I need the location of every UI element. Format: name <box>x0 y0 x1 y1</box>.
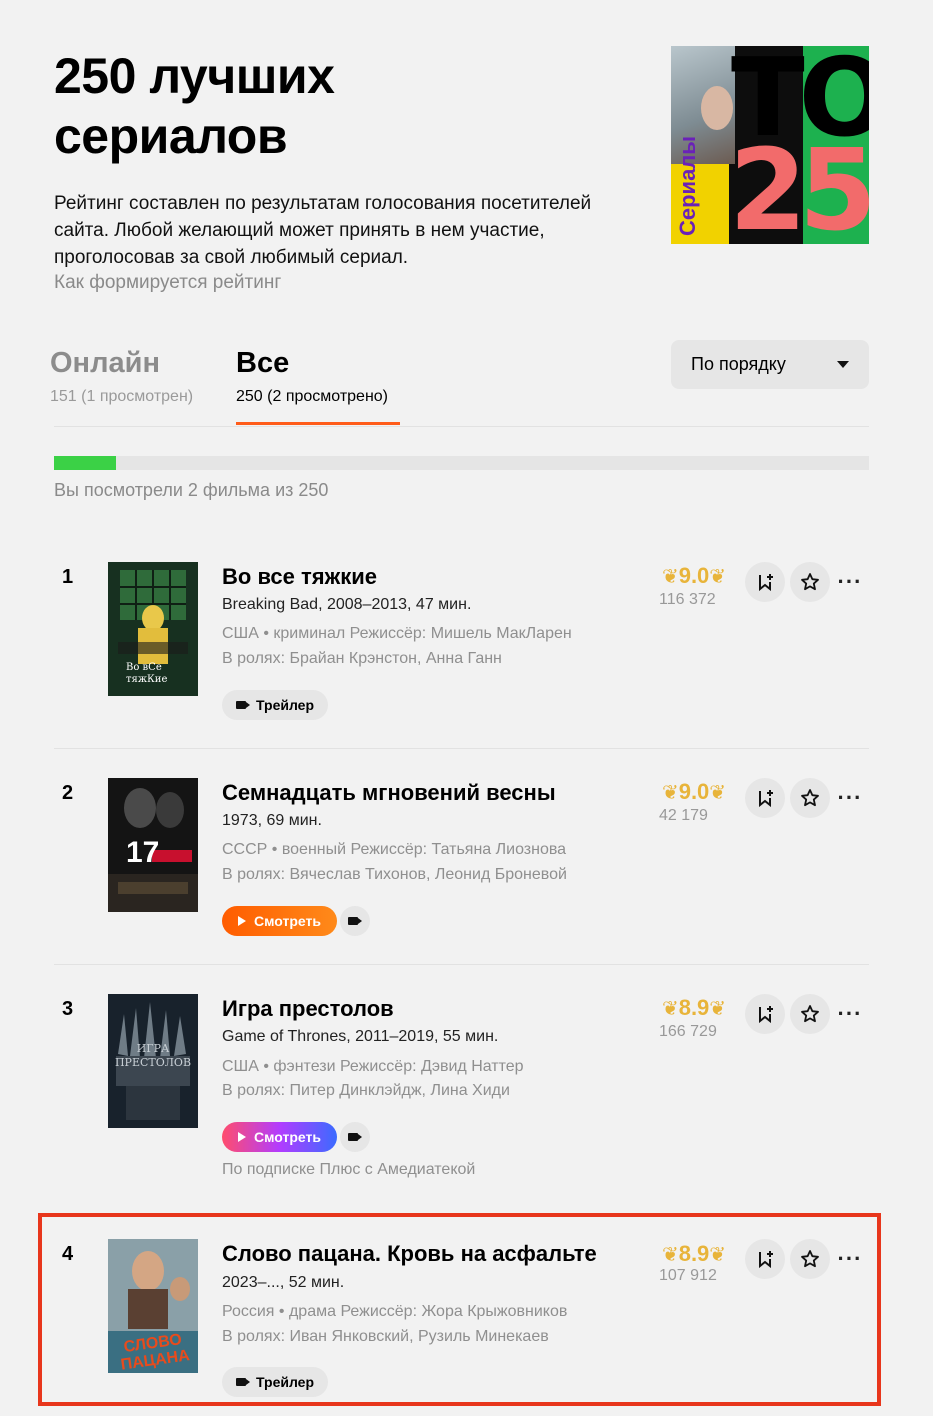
ellipsis-icon: ··· <box>837 569 863 594</box>
laurel-right-icon: ❦ <box>709 998 727 1020</box>
watch-button-label: Смотреть <box>254 913 321 929</box>
item-title[interactable]: Игра престолов <box>222 996 394 1022</box>
tab-online[interactable]: Онлайн 151 (1 просмотрен) <box>50 347 193 406</box>
item-rank: 2 <box>62 782 74 804</box>
star-icon <box>801 573 819 591</box>
tab-all[interactable]: Все 250 (2 просмотрено) <box>236 347 388 406</box>
more-options-button[interactable]: ··· <box>836 778 864 818</box>
ellipsis-icon: ··· <box>837 785 863 810</box>
item-title[interactable]: Семнадцать мгновений весны <box>222 780 556 806</box>
play-icon <box>238 916 246 926</box>
item-rank: 3 <box>62 998 74 1020</box>
item-rating: ❦8.9❦ <box>658 995 730 1021</box>
laurel-left-icon: ❦ <box>661 566 679 588</box>
bookmark-plus-icon <box>759 574 773 591</box>
item-cast: В ролях: Вячеслав Тихонов, Леонид Бронев… <box>222 866 567 883</box>
star-icon <box>801 1005 819 1023</box>
watch-button-label: Смотреть <box>254 1129 321 1145</box>
page-description: Рейтинг составлен по результатам голосов… <box>54 193 592 268</box>
more-options-button[interactable]: ··· <box>836 562 864 602</box>
item-rank: 1 <box>62 566 74 588</box>
trailer-button[interactable]: Трейлер <box>222 690 329 720</box>
poster-game-of-thrones[interactable]: ИГРА ПРЕСТОЛОВ <box>108 994 198 1128</box>
poster-title-text: ИГРА ПРЕСТОЛОВ <box>114 1042 192 1069</box>
item-rating: ❦9.0❦ <box>658 563 730 589</box>
poster-title-text: Во вСе тяжКие <box>126 662 168 685</box>
video-camera-icon <box>236 701 250 709</box>
poster-17-moments[interactable]: 17 <box>108 778 198 912</box>
rate-button[interactable] <box>790 994 830 1034</box>
ellipsis-icon: ··· <box>837 1001 863 1026</box>
item-meta: Game of Thrones, 2011–2019, 55 мин. <box>222 1028 499 1045</box>
item-title[interactable]: Во все тяжкие <box>222 564 377 590</box>
rating-value: 8.9 <box>678 995 710 1020</box>
laurel-left-icon: ❦ <box>661 998 679 1020</box>
laurel-right-icon: ❦ <box>709 782 727 804</box>
add-to-folder-button[interactable] <box>745 778 785 818</box>
tab-all-label: Все <box>236 347 290 379</box>
row-divider <box>54 748 869 749</box>
item-cast: В ролях: Питер Динклэйдж, Лина Хиди <box>222 1082 510 1099</box>
row-divider <box>54 964 869 965</box>
item-cast: В ролях: Брайан Крэнстон, Анна Ганн <box>222 650 502 667</box>
item-votes: 116 372 <box>659 591 716 608</box>
watch-progress-bar <box>54 456 869 470</box>
watch-progress-fill <box>54 456 116 470</box>
active-tab-underline <box>236 422 400 425</box>
rating-value: 9.0 <box>678 563 710 588</box>
item-votes: 166 729 <box>659 1023 717 1040</box>
subscription-note: По подписке Плюс с Амедиатекой <box>222 1161 476 1178</box>
banner-vertical-label: Сериалы <box>675 135 700 236</box>
sort-dropdown-label: По порядку <box>691 354 786 374</box>
item-meta: Breaking Bad, 2008–2013, 47 мин. <box>222 596 472 613</box>
poster-breaking-bad[interactable]: Во вСе тяжКие <box>108 562 198 696</box>
bookmark-plus-icon <box>759 790 773 807</box>
trailer-button[interactable] <box>340 906 370 936</box>
banner-number-text: 250 <box>729 126 869 244</box>
watch-button[interactable]: Смотреть <box>222 1122 337 1152</box>
highlight-box <box>38 1213 881 1406</box>
add-to-folder-button[interactable] <box>745 562 785 602</box>
page-title: 250 лучших сериалов <box>54 46 335 166</box>
page-title-line2: сериалов <box>54 108 288 164</box>
rate-button[interactable] <box>790 778 830 818</box>
rate-button[interactable] <box>790 562 830 602</box>
sort-dropdown[interactable]: По порядку <box>671 340 869 389</box>
add-to-folder-button[interactable] <box>745 994 785 1034</box>
item-votes: 42 179 <box>659 807 708 824</box>
watch-button[interactable]: Смотреть <box>222 906 337 936</box>
item-rating: ❦9.0❦ <box>658 779 730 805</box>
item-info: СССР • военный Режиссёр: Татьяна Лиознов… <box>222 841 567 858</box>
watch-progress-text: Вы посмотрели 2 фильма из 250 <box>54 480 329 500</box>
video-camera-icon <box>348 1133 362 1141</box>
item-meta: 1973, 69 мин. <box>222 812 322 829</box>
banner-face <box>701 86 733 130</box>
play-icon <box>238 1132 246 1142</box>
tabs-divider <box>54 426 869 427</box>
trailer-button[interactable] <box>340 1122 370 1152</box>
laurel-right-icon: ❦ <box>709 566 727 588</box>
star-icon <box>801 789 819 807</box>
trailer-button-label: Трейлер <box>256 697 315 713</box>
video-camera-icon <box>348 917 362 925</box>
poster-title-text: 17 <box>126 836 160 869</box>
tab-online-label: Онлайн <box>50 347 160 379</box>
tab-online-count: 151 (1 просмотрен) <box>50 388 194 405</box>
top250-banner: ТОП 250 Сериалы <box>671 46 869 244</box>
laurel-left-icon: ❦ <box>661 782 679 804</box>
bookmark-plus-icon <box>759 1006 773 1023</box>
rating-method-link[interactable]: Как формируется рейтинг <box>54 272 281 294</box>
item-info: США • фэнтези Режиссёр: Дэвид Наттер <box>222 1058 524 1075</box>
tab-all-count: 250 (2 просмотрено) <box>236 388 389 405</box>
item-info: США • криминал Режиссёр: Мишель МакЛарен <box>222 625 572 642</box>
page-title-line1: 250 лучших <box>54 48 335 104</box>
rating-value: 9.0 <box>678 779 710 804</box>
more-options-button[interactable]: ··· <box>836 994 864 1034</box>
chevron-down-icon <box>837 361 849 368</box>
